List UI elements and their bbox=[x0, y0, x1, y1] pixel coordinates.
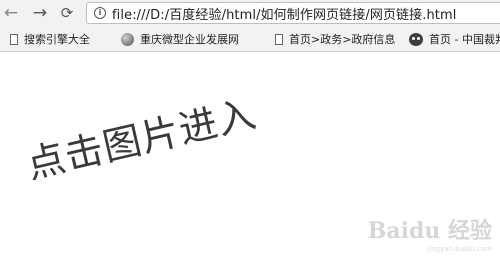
page-icon bbox=[275, 33, 283, 45]
watermark-logo: Baidu 经验 bbox=[367, 218, 492, 244]
browser-toolbar: ← → ⟳ i file:///D:/百度经验/html/如何制作网页链接/网页… bbox=[0, 0, 500, 27]
bookmark-search-engines[interactable]: 搜索引擎大全 bbox=[0, 28, 116, 50]
bookmark-judgments[interactable]: 首页 - 中国裁判文书网 bbox=[397, 28, 500, 50]
bookmark-label: 搜索引擎大全 bbox=[24, 33, 90, 46]
baidu-watermark: Baidu 经验 jingyan.baidu.com bbox=[368, 213, 492, 253]
info-icon[interactable]: i bbox=[94, 7, 106, 19]
bookmark-label: 首页>政务>政府信息 bbox=[289, 33, 396, 46]
address-bar[interactable]: i file:///D:/百度经验/html/如何制作网页链接/网页链接.htm… bbox=[86, 2, 500, 24]
forward-arrow-icon[interactable]: → bbox=[30, 3, 50, 23]
bookmark-label: 重庆微型企业发展网 bbox=[140, 33, 239, 46]
back-arrow-icon[interactable]: ← bbox=[1, 3, 21, 23]
globe-icon bbox=[121, 32, 134, 46]
bookmark-gov-info[interactable]: 首页>政务>政府信息 bbox=[263, 28, 397, 50]
watermark-url: jingyan.baidu.com bbox=[427, 245, 492, 253]
bookmarks-bar: 搜索引擎大全 重庆微型企业发展网 首页>政务>政府信息 首页 - 中国裁判文书网 bbox=[0, 27, 500, 52]
reload-icon[interactable]: ⟳ bbox=[57, 3, 77, 23]
bookmark-label: 首页 - 中国裁判文书网 bbox=[429, 33, 500, 46]
cat-icon bbox=[409, 32, 423, 46]
click-image-link[interactable]: 点击图片进入 bbox=[21, 83, 261, 189]
bookmark-chongqing-micro-enterprise[interactable]: 重庆微型企业发展网 bbox=[116, 28, 263, 50]
page-content: 点击图片进入 Baidu 经验 jingyan.baidu.com bbox=[0, 52, 500, 259]
url-text[interactable]: file:///D:/百度经验/html/如何制作网页链接/网页链接.html bbox=[112, 4, 456, 23]
page-icon bbox=[10, 33, 18, 45]
